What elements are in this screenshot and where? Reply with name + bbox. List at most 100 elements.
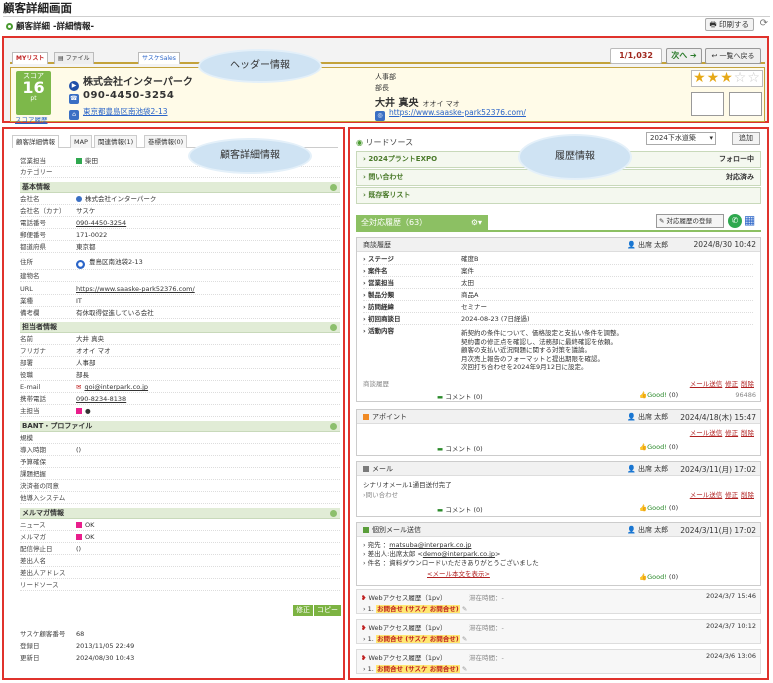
- rating-stars[interactable]: ★★★☆☆: [691, 70, 763, 87]
- web-page-title: お問合せ (サスケ お問合せ): [375, 665, 460, 673]
- mail-sub-text: 問い合わせ: [365, 491, 399, 499]
- phone-icon: ☎: [69, 94, 79, 104]
- tab-mylist[interactable]: MYリスト: [12, 52, 49, 64]
- field-mobile[interactable]: 携帯電話 090-8234-8138: [20, 394, 340, 405]
- delete-action-link[interactable]: 削除: [741, 380, 754, 388]
- globe-icon: ◎: [375, 111, 385, 121]
- web-page[interactable]: › 1. お問合せ (サスケ お問合せ) ✎: [363, 663, 467, 673]
- add-button[interactable]: 追加: [732, 132, 760, 145]
- tab-customer-detail[interactable]: 顧客詳細情報: [12, 135, 59, 148]
- edit-button[interactable]: 修正: [293, 605, 313, 616]
- status-box-1[interactable]: [691, 92, 724, 116]
- field-postal: 郵便番号 171-0022: [20, 230, 340, 241]
- pencil-icon[interactable]: ✎: [462, 635, 467, 643]
- field-timing: 導入時期 (): [20, 445, 340, 456]
- field-value: OK: [85, 521, 95, 529]
- field-label: リードソース: [20, 581, 59, 589]
- period-select[interactable]: 2024下水道築 ▾: [646, 132, 716, 145]
- lead-name: 既存客リスト: [368, 191, 411, 199]
- refresh-icon[interactable]: ⟳: [760, 18, 768, 29]
- score-history-link[interactable]: スコア履歴: [15, 114, 48, 124]
- lead-source-title: ◉ リードソース: [356, 137, 413, 148]
- web-page[interactable]: › 1. お問合せ (サスケ お問合せ) ✎: [363, 603, 467, 613]
- user-name: 出席 太郎: [637, 465, 669, 473]
- mail-subject: › 件名 ：資料ダウンロードいただきありがとうございました: [363, 559, 539, 567]
- entry-actions: メール送信 修正 削除: [690, 427, 754, 438]
- edit-action-link[interactable]: 修正: [725, 491, 738, 499]
- section-contact-info[interactable]: 担当者情報: [20, 322, 340, 333]
- entry-id: 96486: [735, 391, 756, 399]
- pencil-icon[interactable]: ✎: [462, 605, 467, 613]
- collapse-icon[interactable]: [330, 324, 337, 331]
- print-button[interactable]: 🖶 印刷する: [704, 18, 754, 31]
- page-title: 顧客詳細画面: [3, 1, 72, 15]
- tab-all-history[interactable]: 全対応履歴（63） ⚙▾: [356, 215, 488, 231]
- calendar-icon[interactable]: ▦: [744, 213, 755, 227]
- back-to-list-button[interactable]: ↩ 一覧へ戻る: [705, 48, 761, 64]
- section-title: メルマガ情報: [22, 509, 64, 517]
- field-label: 差出人アドレス: [20, 569, 66, 577]
- phone-call-icon[interactable]: ✆: [728, 214, 742, 228]
- web-title-text: Webアクセス履歴（1pv）: [368, 594, 447, 602]
- copy-button[interactable]: コピー: [314, 605, 341, 616]
- section-mailmag[interactable]: メルマガ情報: [20, 508, 340, 519]
- status-box-2[interactable]: [729, 92, 762, 116]
- web-access-title: ❥ Webアクセス履歴（1pv）: [361, 622, 446, 632]
- field-phone[interactable]: 電話番号 090-4450-3254: [20, 218, 340, 229]
- web-page-title: お問合せ (サスケ お問合せ): [375, 635, 460, 643]
- url-text: https://www.saaske-park52376.com/: [389, 108, 526, 117]
- comment-link[interactable]: ▬ コメント (0): [437, 504, 483, 514]
- tab-map[interactable]: MAP: [70, 135, 92, 148]
- good-button[interactable]: 👍Good! (0): [639, 573, 678, 581]
- kv-value: 2024-08-23 (7日経過): [461, 315, 530, 323]
- field-contact-dept: 部署 人事部: [20, 358, 340, 369]
- field-value: 2024/08/30 10:43: [76, 654, 135, 662]
- company-phone[interactable]: ☎ 090-4450-3254: [69, 90, 174, 104]
- edit-action-link[interactable]: 修正: [725, 380, 738, 388]
- send-mail-icon: [363, 527, 369, 533]
- edit-action-link[interactable]: 修正: [725, 429, 738, 437]
- register-history-button[interactable]: ✎ 対応履歴の登録: [656, 214, 724, 228]
- tab-saaske-sales[interactable]: サスケSales: [138, 52, 180, 64]
- gear-icon[interactable]: ⚙▾: [471, 215, 482, 231]
- mail-icon: ✉: [76, 383, 82, 391]
- field-contact-name: 名前 大井 真央: [20, 334, 340, 345]
- lead-source-label: リードソース: [365, 138, 414, 147]
- mail-action-link[interactable]: メール送信: [690, 380, 723, 388]
- history-entry-mail: メール 👤 出席 太郎 2024/3/11(月) 17:02 シナリオメール1通目送…: [356, 461, 761, 517]
- tab-file-storage[interactable]: ▤ ファイル: [54, 52, 94, 64]
- field-email[interactable]: E-mail ✉ goi@interpark.co.jp: [20, 382, 340, 393]
- tab-related[interactable]: 関連情報(1): [94, 135, 138, 148]
- pencil-icon[interactable]: ✎: [462, 665, 467, 673]
- web-page[interactable]: › 1. お問合せ (サスケ お問合せ) ✎: [363, 633, 467, 643]
- company-url[interactable]: ◎ https://www.saaske-park52376.com/: [375, 108, 526, 121]
- lead-status: フォロー中: [719, 155, 754, 163]
- delete-action-link[interactable]: 削除: [741, 491, 754, 499]
- collapse-icon[interactable]: [330, 510, 337, 517]
- field-label: 登録日: [20, 642, 40, 650]
- good-button[interactable]: 👍Good! (0): [639, 443, 678, 451]
- delete-action-link[interactable]: 削除: [741, 429, 754, 437]
- comment-link[interactable]: ▬ コメント (0): [437, 391, 483, 401]
- mail-action-link[interactable]: メール送信: [690, 491, 723, 499]
- map-pin-icon[interactable]: ●: [76, 260, 85, 269]
- tab-tags[interactable]: 巻標情報(0): [144, 135, 188, 148]
- section-bant[interactable]: BANT・プロファイル: [20, 421, 340, 432]
- collapse-icon[interactable]: [330, 184, 337, 191]
- section-basic-info[interactable]: 基本情報: [20, 182, 340, 193]
- comment-link[interactable]: ▬ コメント (0): [437, 443, 483, 453]
- lead-row[interactable]: › 既存客リスト: [356, 187, 761, 204]
- field-unsub-date: 配信停止日 (): [20, 544, 340, 555]
- field-url[interactable]: URL https://www.saaske-park52376.com/: [20, 284, 340, 295]
- good-button[interactable]: 👍Good! (0): [639, 391, 678, 399]
- company-address[interactable]: ⌂ 東京都豊島区南池袋2-13: [69, 106, 168, 120]
- next-button[interactable]: 次へ ➔: [666, 48, 702, 64]
- show-mail-body-link[interactable]: <メール本文を表示>: [427, 568, 490, 578]
- thumbs-up-icon: 👍: [639, 504, 648, 512]
- collapse-icon[interactable]: [330, 423, 337, 430]
- mail-action-link[interactable]: メール送信: [690, 429, 723, 437]
- comment-count: (0): [473, 393, 483, 401]
- good-button[interactable]: 👍Good! (0): [639, 504, 678, 512]
- kv-value: 商品A: [461, 291, 479, 299]
- stars-filled: ★★★: [693, 70, 734, 86]
